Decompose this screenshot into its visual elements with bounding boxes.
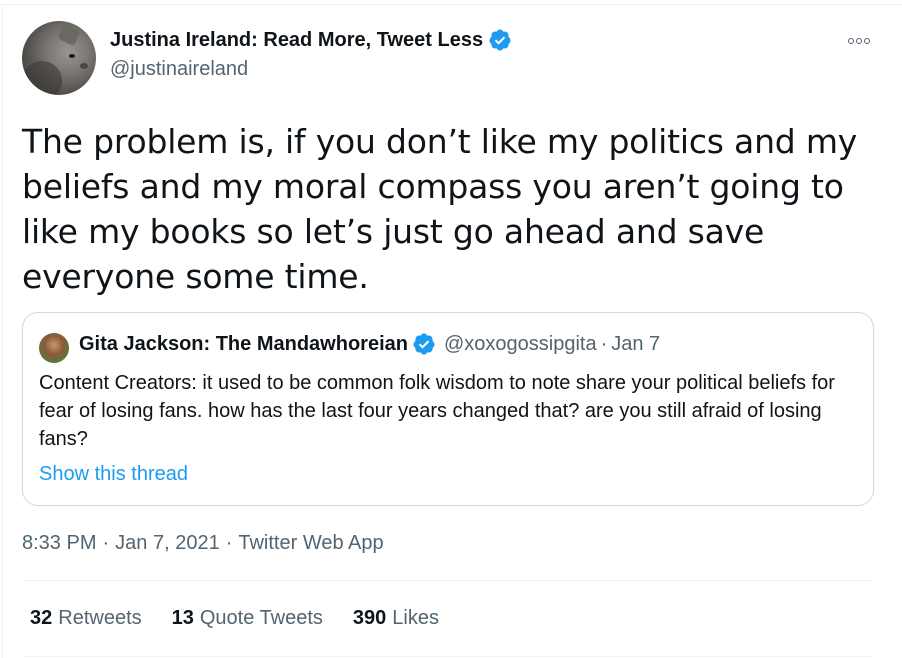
show-thread-link[interactable]: Show this thread (39, 463, 188, 486)
divider (22, 580, 874, 581)
more-options-icon[interactable] (848, 32, 876, 50)
verified-badge-icon (489, 29, 511, 51)
author-handle[interactable]: @justinaireland (110, 58, 248, 81)
tweet-meta: 8:33 PM · Jan 7, 2021 · Twitter Web App (22, 532, 384, 555)
quote-tweets-label: Quote Tweets (199, 607, 323, 629)
likes-count: 390 (352, 607, 387, 629)
retweets-count: 32 (30, 607, 53, 629)
divider (0, 4, 902, 5)
quoted-tweet-card[interactable]: Gita Jackson: The Mandawhoreian @xoxogos… (22, 312, 874, 506)
tweet-source[interactable]: Twitter Web App (238, 532, 383, 554)
tweet-time[interactable]: 8:33 PM (22, 532, 96, 554)
tweet-date[interactable]: Jan 7, 2021 (115, 532, 220, 554)
quoted-tweet-header: Gita Jackson: The Mandawhoreian @xoxogos… (79, 332, 660, 356)
meta-separator: · (225, 532, 233, 554)
tweet-text: The problem is, if you don’t like my pol… (22, 122, 858, 296)
likes-label: Likes (392, 607, 439, 629)
author-name-text[interactable]: Justina Ireland: Read More, Tweet Less (110, 29, 483, 52)
likes-stat[interactable]: 390 Likes (353, 607, 439, 630)
divider (22, 656, 874, 657)
quoted-tweet-text: Content Creators: it used to be common f… (39, 372, 835, 450)
quote-tweets-stat[interactable]: 13 Quote Tweets (172, 607, 323, 630)
quoted-separator: · (600, 332, 608, 355)
quoted-display-name[interactable]: Gita Jackson: The Mandawhoreian (79, 333, 408, 356)
quote-tweets-count: 13 (171, 607, 194, 629)
author-display-name[interactable]: Justina Ireland: Read More, Tweet Less (110, 28, 512, 52)
retweets-stat[interactable]: 32 Retweets (30, 607, 142, 630)
engagement-stats: 32 Retweets 13 Quote Tweets 390 Likes (30, 607, 439, 630)
quoted-handle[interactable]: @xoxogossipgita (444, 333, 597, 356)
retweets-label: Retweets (58, 607, 142, 629)
quoted-avatar[interactable] (39, 333, 69, 363)
quoted-date[interactable]: Jan 7 (611, 333, 660, 356)
tweet-detail: Justina Ireland: Read More, Tweet Less @… (0, 0, 902, 658)
avatar[interactable] (22, 21, 96, 95)
meta-separator: · (102, 532, 110, 554)
verified-badge-icon (413, 333, 435, 355)
divider (2, 4, 3, 658)
